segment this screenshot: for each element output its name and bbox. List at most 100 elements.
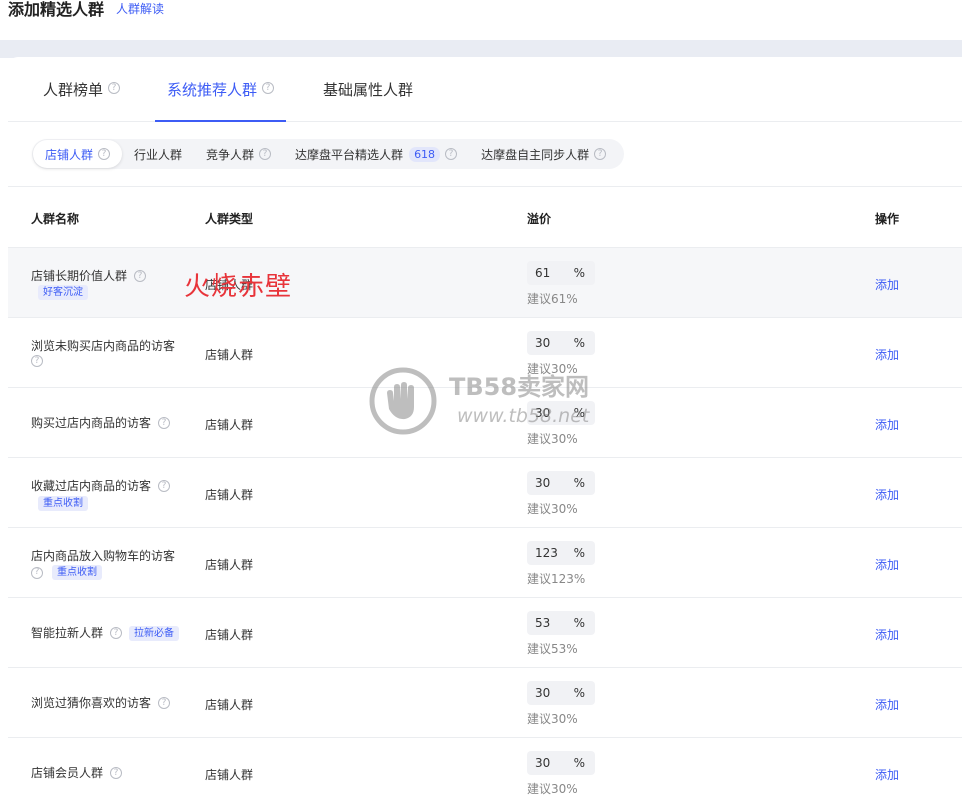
bid-value: 53	[535, 616, 551, 630]
subtab-label: 达摩盘自主同步人群	[481, 147, 590, 162]
bid-unit: %	[573, 616, 585, 630]
subtab-damopan-sync[interactable]: 达摩盘自主同步人群 ?	[469, 140, 618, 168]
bid-input[interactable]: 30 %	[527, 331, 595, 355]
crowd-type: 店铺人群	[205, 488, 254, 502]
subtab-label: 达摩盘平台精选人群	[295, 147, 404, 162]
column-header-name: 人群名称	[31, 212, 80, 226]
crowd-name: 店铺会员人群	[31, 766, 104, 780]
bid-unit: %	[573, 546, 585, 560]
subtab-label: 竞争人群	[206, 147, 255, 162]
add-button[interactable]: 添加	[875, 626, 899, 643]
crowd-name: 购买过店内商品的访客	[31, 416, 152, 430]
bid-value: 61	[535, 266, 551, 280]
question-circle-icon[interactable]: ?	[31, 566, 43, 579]
bid-suggestion: 建议53%	[527, 642, 578, 656]
crowd-tag: 重点收割	[52, 565, 102, 580]
tab-system-recommended[interactable]: 系统推荐人群 ?	[155, 79, 287, 122]
bid-cell: 53 % 建议53%	[527, 611, 595, 657]
crowd-table-body: 店铺长期价值人群 ? 好客沉淀 店铺人群 61 % 建议61% 添加 浏览未购买…	[8, 247, 962, 801]
add-button[interactable]: 添加	[875, 486, 899, 503]
crowd-name-line: 店铺会员人群 ?	[31, 765, 191, 781]
bid-input[interactable]: 30 %	[527, 681, 595, 705]
crowd-tag: 好客沉淀	[38, 285, 88, 300]
crowd-name-line: 浏览未购买店内商品的访客 ?	[31, 338, 191, 367]
bid-unit: %	[573, 686, 585, 700]
question-circle-icon[interactable]: ?	[594, 148, 607, 160]
bid-cell: 30 % 建议30%	[527, 471, 595, 517]
subtab-store-crowd[interactable]: 店铺人群 ?	[33, 140, 123, 168]
crowd-name-cell: 店铺会员人群 ?	[31, 738, 201, 801]
crowd-name-cell: 浏览过猜你喜欢的访客 ?	[31, 668, 201, 738]
subtab-group: 店铺人群 ? 行业人群 竞争人群 ? 达摩盘平台精选人群 618 ? 达摩盘自主…	[32, 139, 625, 169]
bid-input[interactable]: 53 %	[527, 611, 595, 635]
crowd-type: 店铺人群	[205, 768, 254, 782]
subtab-competitor-crowd[interactable]: 竞争人群 ?	[194, 140, 283, 168]
question-circle-icon[interactable]: ?	[445, 148, 458, 160]
question-circle-icon[interactable]: ?	[262, 82, 275, 94]
page-header: 添加精选人群 人群解读	[0, 0, 962, 40]
crowd-name: 店内商品放入购物车的访客	[31, 549, 176, 563]
bid-value: 123	[535, 546, 558, 560]
bid-cell: 30 % 建议30%	[527, 681, 595, 727]
hand-logo-icon	[369, 367, 437, 435]
add-button[interactable]: 添加	[875, 556, 899, 573]
crowd-name-line: 智能拉新人群 ? 拉新必备	[31, 625, 191, 641]
crowd-name-line: 购买过店内商品的访客 ?	[31, 415, 191, 431]
question-circle-icon[interactable]: ?	[158, 697, 171, 709]
question-circle-icon[interactable]: ?	[158, 417, 171, 429]
crowd-name: 智能拉新人群	[31, 626, 104, 640]
tab-label: 基础属性人群	[323, 81, 414, 99]
add-button[interactable]: 添加	[875, 346, 899, 363]
watermark-url: www.tb58.net	[457, 405, 590, 427]
add-button[interactable]: 添加	[875, 416, 899, 433]
site-watermark: TB58卖家网 www.tb58.net	[367, 365, 617, 440]
crowd-type: 店铺人群	[205, 418, 254, 432]
question-circle-icon[interactable]: ?	[98, 148, 111, 160]
bid-input[interactable]: 61 %	[527, 261, 595, 285]
question-circle-icon[interactable]: ?	[134, 270, 147, 282]
bid-suggestion: 建议30%	[527, 502, 578, 516]
tab-label: 系统推荐人群	[167, 81, 258, 99]
bid-input[interactable]: 30 %	[527, 751, 595, 775]
crowd-name-cell: 收藏过店内商品的访客 ? 重点收割	[31, 458, 201, 528]
question-circle-icon[interactable]: ?	[110, 627, 123, 639]
watermark-title: TB58卖家网	[449, 373, 590, 401]
crowd-interpretation-link[interactable]: 人群解读	[116, 0, 164, 18]
tab-crowd-ranking[interactable]: 人群榜单 ?	[43, 79, 121, 122]
table-row: 收藏过店内商品的访客 ? 重点收割 店铺人群 30 % 建议30% 添加	[8, 457, 962, 527]
bid-value: 30	[535, 756, 551, 770]
subtab-damopan-platform[interactable]: 达摩盘平台精选人群 618 ?	[283, 140, 469, 168]
table-row: 浏览过猜你喜欢的访客 ? 店铺人群 30 % 建议30% 添加	[8, 667, 962, 737]
question-circle-icon[interactable]: ?	[110, 767, 123, 779]
question-circle-icon[interactable]: ?	[31, 355, 43, 367]
crowd-type: 店铺人群	[205, 348, 254, 362]
add-button[interactable]: 添加	[875, 696, 899, 713]
header-divider-band	[0, 40, 962, 58]
crowd-name: 浏览过猜你喜欢的访客	[31, 696, 152, 710]
table-row: 店内商品放入购物车的访客 ? 重点收割 店铺人群 123 % 建议123% 添加	[8, 527, 962, 597]
question-circle-icon[interactable]: ?	[158, 480, 171, 492]
crowd-name-cell: 智能拉新人群 ? 拉新必备	[31, 598, 201, 668]
tab-basic-attributes[interactable]: 基础属性人群	[323, 79, 413, 122]
active-tab-indicator	[155, 120, 287, 122]
crowd-name-cell: 浏览未购买店内商品的访客 ?	[31, 318, 201, 388]
crowd-name-cell: 店铺长期价值人群 ? 好客沉淀	[31, 248, 201, 318]
bid-input[interactable]: 123 %	[527, 541, 595, 565]
bid-suggestion: 建议30%	[527, 712, 578, 726]
crowd-name-cell: 购买过店内商品的访客 ?	[31, 388, 201, 458]
crowd-name-cell: 店内商品放入购物车的访客 ? 重点收割	[31, 528, 201, 598]
crowd-type: 店铺人群	[205, 628, 254, 642]
bid-unit: %	[573, 476, 585, 490]
crowd-tag: 重点收割	[38, 496, 88, 511]
add-button[interactable]: 添加	[875, 276, 899, 293]
subtab-industry-crowd[interactable]: 行业人群	[122, 140, 194, 168]
question-circle-icon[interactable]: ?	[259, 148, 272, 160]
crowd-name: 店铺长期价值人群	[31, 269, 128, 283]
subtab-label: 行业人群	[134, 147, 183, 162]
bid-suggestion: 建议61%	[527, 292, 578, 306]
add-button[interactable]: 添加	[875, 766, 899, 783]
question-circle-icon[interactable]: ?	[108, 82, 121, 94]
column-header-op: 操作	[875, 212, 900, 226]
bid-value: 30	[535, 476, 551, 490]
bid-input[interactable]: 30 %	[527, 471, 595, 495]
